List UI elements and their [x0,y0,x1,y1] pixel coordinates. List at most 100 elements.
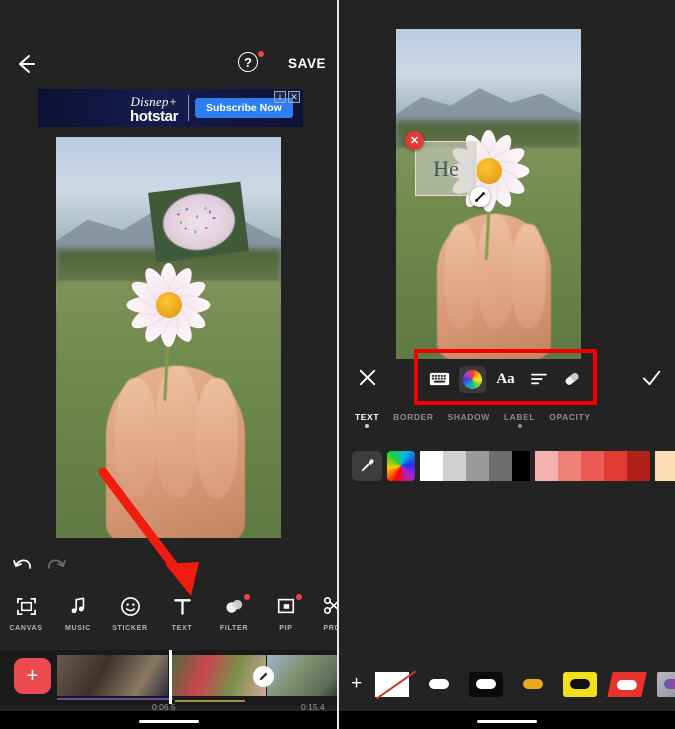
color-swatch[interactable] [420,451,443,481]
text-edit-toolbar: Aa [339,356,675,400]
tool-pro[interactable]: PRO [312,592,337,632]
style-gradient-box-swatch[interactable] [657,672,675,697]
preview-finger [511,224,546,330]
add-clip-button[interactable]: + [14,658,51,694]
text-overlay-resize-handle[interactable] [470,187,490,207]
smiley-face-icon [104,592,156,620]
dual-screenshot-container: ? SAVE Disnep+ hotstar Subscribe Now i ✕ [0,0,675,729]
scissors-icon [312,592,337,620]
timeline-clip[interactable] [170,655,266,696]
orange-swatch-group [655,451,675,481]
font-aa-icon[interactable]: Aa [492,366,519,393]
color-swatch[interactable] [535,451,558,481]
tool-sticker[interactable]: STICKER [104,592,156,632]
timeline-clip[interactable] [57,655,168,696]
color-swatch[interactable] [466,451,489,481]
style-black-box-swatch[interactable] [469,672,503,697]
redo-arrow-icon[interactable] [45,556,67,576]
help-question-icon: ? [238,52,258,72]
keyboard-icon[interactable] [426,366,453,393]
music-note-icon [52,592,104,620]
home-indicator-pill[interactable] [139,720,199,724]
help-badge-dot [258,51,264,57]
timeline-audio-track[interactable] [57,698,173,700]
timeline-track[interactable]: + [0,650,337,706]
style-plain-white-swatch[interactable] [422,672,456,697]
filter-droplets-icon [208,592,260,620]
preview-finger [196,378,239,498]
timeline-playhead[interactable] [169,650,172,704]
preview-finger [155,366,200,498]
eraser-icon[interactable] [558,366,585,393]
clip-edit-pencil-icon[interactable] [253,666,274,687]
text-overlay-value: He [433,156,459,182]
tool-label: STICKER [104,625,156,632]
tool-pip[interactable]: PIP [260,592,312,632]
text-edit-mode-group: Aa [419,360,592,398]
ad-info-icon[interactable]: i [274,91,286,103]
color-swatch[interactable] [581,451,604,481]
tool-text[interactable]: TEXT [156,592,208,632]
tool-label: CANVAS [0,625,52,632]
color-swatch[interactable] [655,451,675,481]
style-red-parallelogram-swatch[interactable] [607,672,646,697]
color-swatch[interactable] [443,451,466,481]
confirm-text-edit-button[interactable] [641,367,663,389]
tool-label: MUSIC [52,625,104,632]
red-swatch-group [535,451,650,481]
ad-brand-line1: Disnep+ [130,95,178,108]
color-palette [339,448,675,484]
left-video-preview[interactable] [56,137,281,538]
help-button[interactable]: ? [238,52,262,76]
color-swatch[interactable] [604,451,627,481]
undo-arrow-icon[interactable] [12,556,34,576]
cancel-text-edit-button[interactable] [357,367,379,389]
history-controls [0,548,337,586]
save-button[interactable]: SAVE [288,56,326,71]
color-swatch[interactable] [489,451,512,481]
tab-border[interactable]: BORDER [393,412,433,422]
tab-shadow[interactable]: SHADOW [448,412,490,422]
color-wheel-icon[interactable] [459,366,486,393]
preview-flower-center [476,158,502,184]
color-swatch[interactable] [627,451,650,481]
text-overlay-delete-button[interactable]: ✕ [405,131,424,150]
style-yellow-box-swatch[interactable] [563,672,597,697]
tab-label: OPACITY [549,412,590,422]
tool-music[interactable]: MUSIC [52,592,104,632]
tab-label: TEXT [355,412,379,422]
tool-label: PIP [260,625,312,632]
pip-overlay-sticker[interactable] [148,182,249,263]
tool-filter[interactable]: FILTER [208,592,260,632]
home-indicator-pill[interactable] [477,720,537,724]
ad-banner[interactable]: Disnep+ hotstar Subscribe Now i ✕ [38,89,303,127]
add-style-button[interactable]: + [351,674,362,694]
filter-badge-dot [244,594,250,600]
tool-canvas[interactable]: CANVAS [0,592,52,632]
back-arrow-icon[interactable] [13,52,39,76]
tool-label: FILTER [208,625,260,632]
resize-handle-icon [474,191,486,203]
tab-label: BORDER [393,412,433,422]
ad-brand-line2: hotstar [130,109,178,124]
eyedropper-icon[interactable] [352,451,382,481]
timeline-clip[interactable] [267,655,337,696]
preview-finger [115,378,158,498]
preview-finger [477,214,514,330]
left-top-bar: ? SAVE [0,0,337,88]
ad-controls: i ✕ [274,91,300,103]
canvas-frame-icon [0,592,52,620]
text-property-tabs: TEXT BORDER SHADOW LABEL OPACITY [339,412,675,438]
tab-text[interactable]: TEXT [355,412,379,422]
color-swatch[interactable] [558,451,581,481]
style-orange-outline-swatch[interactable] [516,672,550,697]
tab-opacity[interactable]: OPACITY [549,412,590,422]
color-swatch[interactable] [512,451,530,481]
style-none-swatch[interactable] [375,672,409,697]
align-text-icon[interactable] [525,366,552,393]
tab-label[interactable]: LABEL [504,412,535,422]
preview-finger [444,224,479,330]
ad-close-icon[interactable]: ✕ [288,91,300,103]
rainbow-gradient-swatch[interactable] [387,451,415,481]
text-overlay-box[interactable]: He [415,141,477,196]
